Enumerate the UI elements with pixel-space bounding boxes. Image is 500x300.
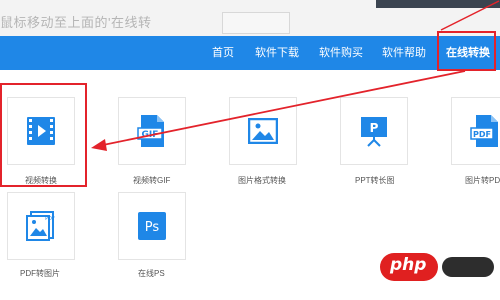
- tile-label-online-ps: 在线PS: [138, 269, 165, 278]
- svg-text:P: P: [370, 121, 379, 135]
- tile-label-video-to-gif: 视频转GIF: [133, 176, 171, 185]
- php-watermark-logo: php: [380, 253, 496, 283]
- tile-label-ppt-to-long-image: PPT转长图: [355, 176, 395, 185]
- tile-image-to-pdf[interactable]: PDF: [451, 97, 500, 165]
- pdf-to-image-icon: PDF: [26, 211, 55, 241]
- svg-text:GIF: GIF: [142, 130, 159, 140]
- tile-label-image-to-pdf: 图片转PDF: [465, 176, 500, 185]
- nav-item-download[interactable]: 软件下载: [255, 36, 299, 70]
- nav-highlight-box: [437, 31, 496, 71]
- tile-ppt-to-long-image[interactable]: P: [340, 97, 408, 165]
- ghost-box: [222, 12, 290, 34]
- svg-text:PDF: PDF: [473, 130, 491, 139]
- background-page-strip: 鼠标移动至上面的'在线转: [0, 0, 500, 36]
- photoshop-icon: Ps: [138, 212, 166, 240]
- tile-pdf-to-image[interactable]: PDF: [7, 192, 75, 260]
- pdf-document-icon: PDF: [470, 115, 498, 147]
- main-nav: 首页 软件下载 软件购买 软件帮助 在线转换: [0, 36, 500, 70]
- tile-image-format[interactable]: [229, 97, 297, 165]
- tile-video-to-gif[interactable]: GIF: [118, 97, 186, 165]
- nav-item-purchase[interactable]: 软件购买: [319, 36, 363, 70]
- nav-item-help[interactable]: 软件帮助: [382, 36, 426, 70]
- presentation-board-icon: P: [361, 117, 387, 147]
- tile-highlight-box: [0, 83, 87, 187]
- tile-online-ps[interactable]: Ps: [118, 192, 186, 260]
- dark-overlay-bar: [376, 0, 500, 8]
- gif-document-icon: GIF: [137, 115, 164, 147]
- svg-text:PDF: PDF: [45, 216, 55, 222]
- tile-label-image-format: 图片格式转换: [238, 176, 286, 185]
- hint-text: 鼠标移动至上面的'在线转: [0, 15, 152, 30]
- svg-text:Ps: Ps: [145, 220, 160, 235]
- image-icon: [248, 118, 278, 144]
- nav-item-home[interactable]: 首页: [212, 36, 234, 70]
- arrow-head: [91, 139, 107, 151]
- tile-label-pdf-to-image: PDF转图片: [20, 269, 60, 278]
